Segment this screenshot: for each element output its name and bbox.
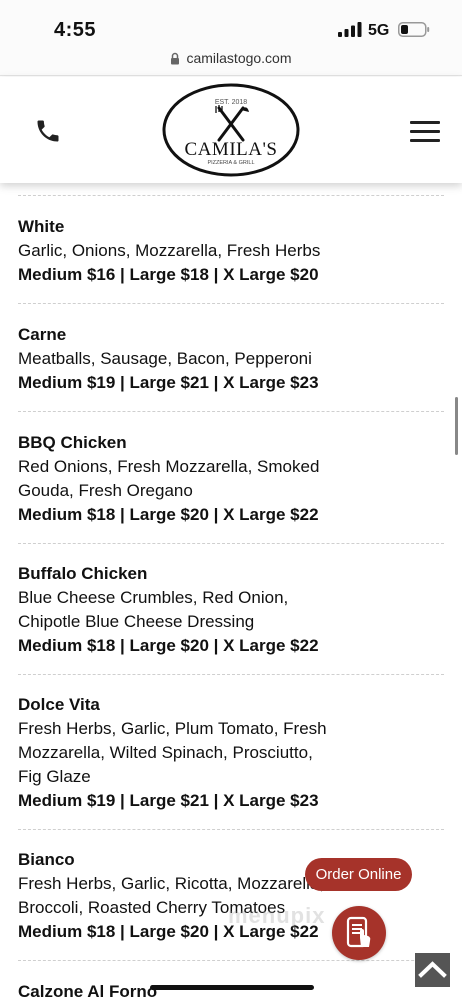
menu-item-buffalo-chicken: Buffalo Chicken Blue Cheese Crumbles, Re… (18, 562, 348, 658)
item-description: Gouda, Fresh Oregano (18, 481, 193, 500)
item-description: Fig Glaze (18, 767, 91, 786)
menu-item-bbq-chicken: BBQ Chicken Red Onions, Fresh Mozzarella… (18, 431, 348, 527)
logo-est-text: EST. 2018 (215, 99, 247, 106)
hamburger-menu-icon (410, 121, 440, 142)
item-description: Mozzarella, Wilted Spinach, Prosciutto, (18, 743, 313, 762)
home-indicator[interactable] (150, 985, 314, 990)
logo-tagline: PIZZERIA & GRILL (207, 160, 254, 166)
item-name: BBQ Chicken (18, 433, 127, 452)
menu-divider (18, 303, 444, 304)
menu-divider (18, 195, 444, 196)
menu-item-white: White Garlic, Onions, Mozzarella, Fresh … (18, 215, 348, 287)
menu-divider (18, 960, 444, 961)
phone-icon (37, 120, 59, 142)
menu-divider (18, 543, 444, 544)
item-description: Fresh Herbs, Garlic, Ricotta, Mozzarella… (18, 874, 325, 893)
signal-bars-icon (338, 22, 362, 37)
item-description: Chipotle Blue Cheese Dressing (18, 612, 255, 631)
menu-divider (18, 411, 444, 412)
item-description: Fresh Herbs, Garlic, Plum Tomato, Fresh (18, 719, 327, 738)
scroll-indicator[interactable] (455, 397, 458, 455)
item-description: Blue Cheese Crumbles, Red Onion, (18, 588, 289, 607)
menu-divider (18, 829, 444, 830)
item-price: Medium $16 | Large $18 | X Large $20 (18, 265, 319, 284)
item-name: Carne (18, 325, 67, 344)
item-name: Dolce Vita (18, 695, 100, 714)
item-price: Medium $19 | Large $21 | X Large $23 (18, 791, 319, 810)
logo-name: CAMILA'S (185, 139, 278, 160)
call-button[interactable] (34, 117, 62, 145)
menu-button[interactable] (410, 121, 440, 143)
item-price: Medium $18 | Large $20 | X Large $22 (18, 636, 319, 655)
lock-icon (171, 52, 180, 65)
back-to-top-button[interactable] (415, 953, 450, 987)
item-name: Buffalo Chicken (18, 564, 148, 583)
item-description: Red Onions, Fresh Mozzarella, Smoked (18, 457, 320, 476)
camilas-logo[interactable]: EST. 2018 CAMILA'S PIZZERIA & GRILL (161, 82, 301, 178)
item-price: Medium $18 | Large $20 | X Large $22 (18, 505, 319, 524)
menu-item-carne: Carne Meatballs, Sausage, Bacon, Peppero… (18, 323, 348, 395)
menupix-watermark: menupix (228, 903, 326, 928)
item-description: Meatballs, Sausage, Bacon, Pepperoni (18, 349, 312, 368)
network-type: 5G (368, 22, 390, 39)
order-app-icon (346, 916, 371, 948)
menu-divider (18, 674, 444, 675)
item-name: Bianco (18, 850, 75, 869)
item-name: Calzone Al Forno (18, 982, 158, 1000)
battery-icon (398, 22, 430, 37)
menu-item-bianco: Bianco Fresh Herbs, Garlic, Ricotta, Moz… (18, 848, 348, 944)
item-description: Garlic, Onions, Mozzarella, Fresh Herbs (18, 241, 321, 260)
chevron-up-icon (418, 961, 447, 978)
browser-url-bar[interactable]: camilastogo.com (0, 46, 462, 76)
url-container[interactable]: camilastogo.com (0, 50, 462, 66)
status-bar: 4:55 5G (0, 0, 462, 46)
menu-item-dolce-vita: Dolce Vita Fresh Herbs, Garlic, Plum Tom… (18, 693, 348, 813)
order-online-button[interactable]: Order Online (305, 858, 412, 891)
item-price: Medium $19 | Large $21 | X Large $23 (18, 373, 319, 392)
url-text: camilastogo.com (186, 50, 292, 66)
menu-item-calzone-al-forno: Calzone Al Forno (18, 980, 348, 1000)
status-time: 4:55 (54, 19, 97, 41)
order-app-button[interactable] (332, 906, 386, 960)
item-name: White (18, 217, 65, 236)
site-header: EST. 2018 CAMILA'S PIZZERIA & GRILL (0, 77, 462, 183)
